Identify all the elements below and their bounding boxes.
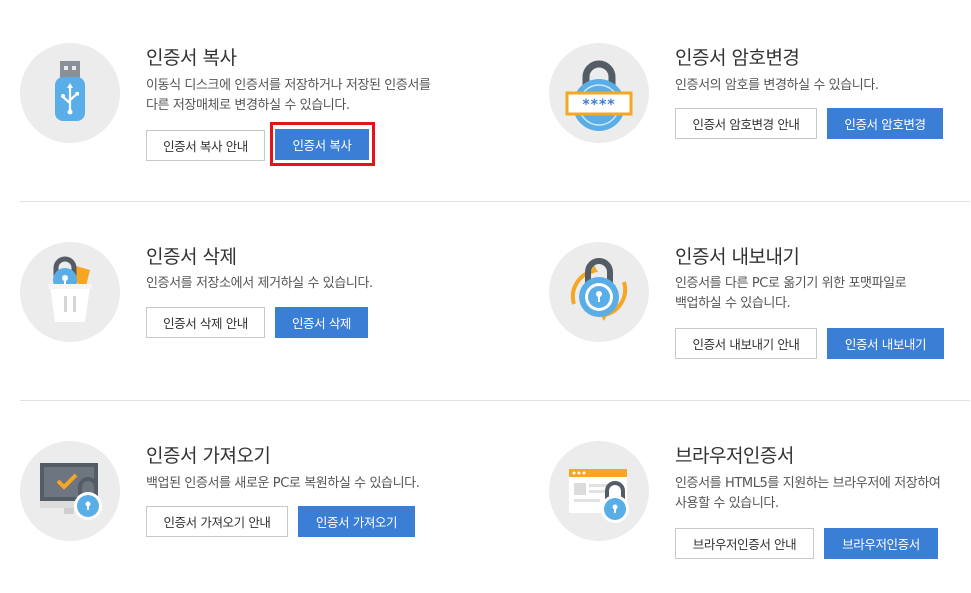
card-title: 인증서 내보내기 — [675, 246, 800, 268]
copy-button[interactable]: 인증서 복사 — [275, 129, 369, 160]
row-divider — [20, 201, 970, 202]
change-password-button[interactable]: 인증서 암호변경 — [827, 108, 943, 139]
card-description-line: 다른 저장매체로 변경하실 수 있습니다. — [146, 98, 350, 113]
card-description: 인증서의 암호를 변경하실 수 있습니다. — [675, 76, 879, 96]
svg-text:****: **** — [582, 97, 615, 113]
copy-guide-button[interactable]: 인증서 복사 안내 — [146, 130, 265, 161]
card-description: 인증서를 다른 PC로 옮기기 위한 포맷파일로 백업하실 수 있습니다. — [675, 274, 907, 314]
card-description-line: 인증서를 HTML5를 지원하는 브라우저에 저장하여 — [675, 476, 941, 491]
card-copy: 인증서 복사 이동식 디스크에 인증서를 저장하거나 저장된 인증서를 다른 저… — [20, 43, 460, 193]
trash-lock-icon — [20, 242, 120, 342]
monitor-lock-icon — [20, 441, 120, 541]
import-guide-button[interactable]: 인증서 가져오기 안내 — [146, 506, 288, 537]
change-password-guide-button[interactable]: 인증서 암호변경 안내 — [675, 108, 817, 139]
card-title: 인증서 삭제 — [146, 246, 237, 268]
card-description-line: 이동식 디스크에 인증서를 저장하거나 저장된 인증서를 — [146, 78, 431, 93]
card-description: 인증서를 HTML5를 지원하는 브라우저에 저장하여 사용할 수 있습니다. — [675, 474, 941, 514]
card-description-line: 인증서를 다른 PC로 옮기기 위한 포맷파일로 — [675, 276, 907, 291]
browser-lock-icon — [549, 441, 649, 541]
card-browser-cert: 브라우저인증서 인증서를 HTML5를 지원하는 브라우저에 저장하여 사용할 … — [549, 441, 971, 591]
card-title: 인증서 암호변경 — [675, 47, 800, 69]
card-title: 브라우저인증서 — [675, 445, 794, 467]
import-button[interactable]: 인증서 가져오기 — [298, 506, 415, 537]
card-description-line: 백업된 인증서를 새로운 PC로 복원하실 수 있습니다. — [146, 476, 420, 491]
row-divider — [20, 400, 970, 401]
delete-button[interactable]: 인증서 삭제 — [275, 307, 368, 338]
card-description-line: 인증서의 암호를 변경하실 수 있습니다. — [675, 78, 879, 93]
export-lock-icon — [549, 242, 649, 342]
password-lock-icon: **** — [549, 43, 649, 143]
usb-drive-icon — [20, 43, 120, 143]
card-description-line: 인증서를 저장소에서 제거하실 수 있습니다. — [146, 276, 373, 291]
export-guide-button[interactable]: 인증서 내보내기 안내 — [675, 328, 817, 359]
export-button[interactable]: 인증서 내보내기 — [827, 328, 944, 359]
card-export: 인증서 내보내기 인증서를 다른 PC로 옮기기 위한 포맷파일로 백업하실 수… — [549, 242, 971, 392]
card-description: 이동식 디스크에 인증서를 저장하거나 저장된 인증서를 다른 저장매체로 변경… — [146, 76, 431, 116]
card-title: 인증서 복사 — [146, 47, 237, 69]
card-description-line: 백업하실 수 있습니다. — [675, 296, 791, 311]
delete-guide-button[interactable]: 인증서 삭제 안내 — [146, 307, 265, 338]
card-description: 인증서를 저장소에서 제거하실 수 있습니다. — [146, 274, 373, 294]
card-description: 백업된 인증서를 새로운 PC로 복원하실 수 있습니다. — [146, 474, 420, 494]
card-description-line: 사용할 수 있습니다. — [675, 496, 779, 511]
browser-cert-guide-button[interactable]: 브라우저인증서 안내 — [675, 528, 814, 559]
card-delete: 인증서 삭제 인증서를 저장소에서 제거하실 수 있습니다. 인증서 삭제 안내… — [20, 242, 460, 392]
card-title: 인증서 가져오기 — [146, 445, 271, 467]
card-import: 인증서 가져오기 백업된 인증서를 새로운 PC로 복원하실 수 있습니다. 인… — [20, 441, 460, 591]
card-change-password: **** 인증서 암호변경 인증서의 암호를 변경하실 수 있습니다. 인증서 … — [549, 43, 971, 193]
browser-cert-button[interactable]: 브라우저인증서 — [824, 528, 938, 559]
